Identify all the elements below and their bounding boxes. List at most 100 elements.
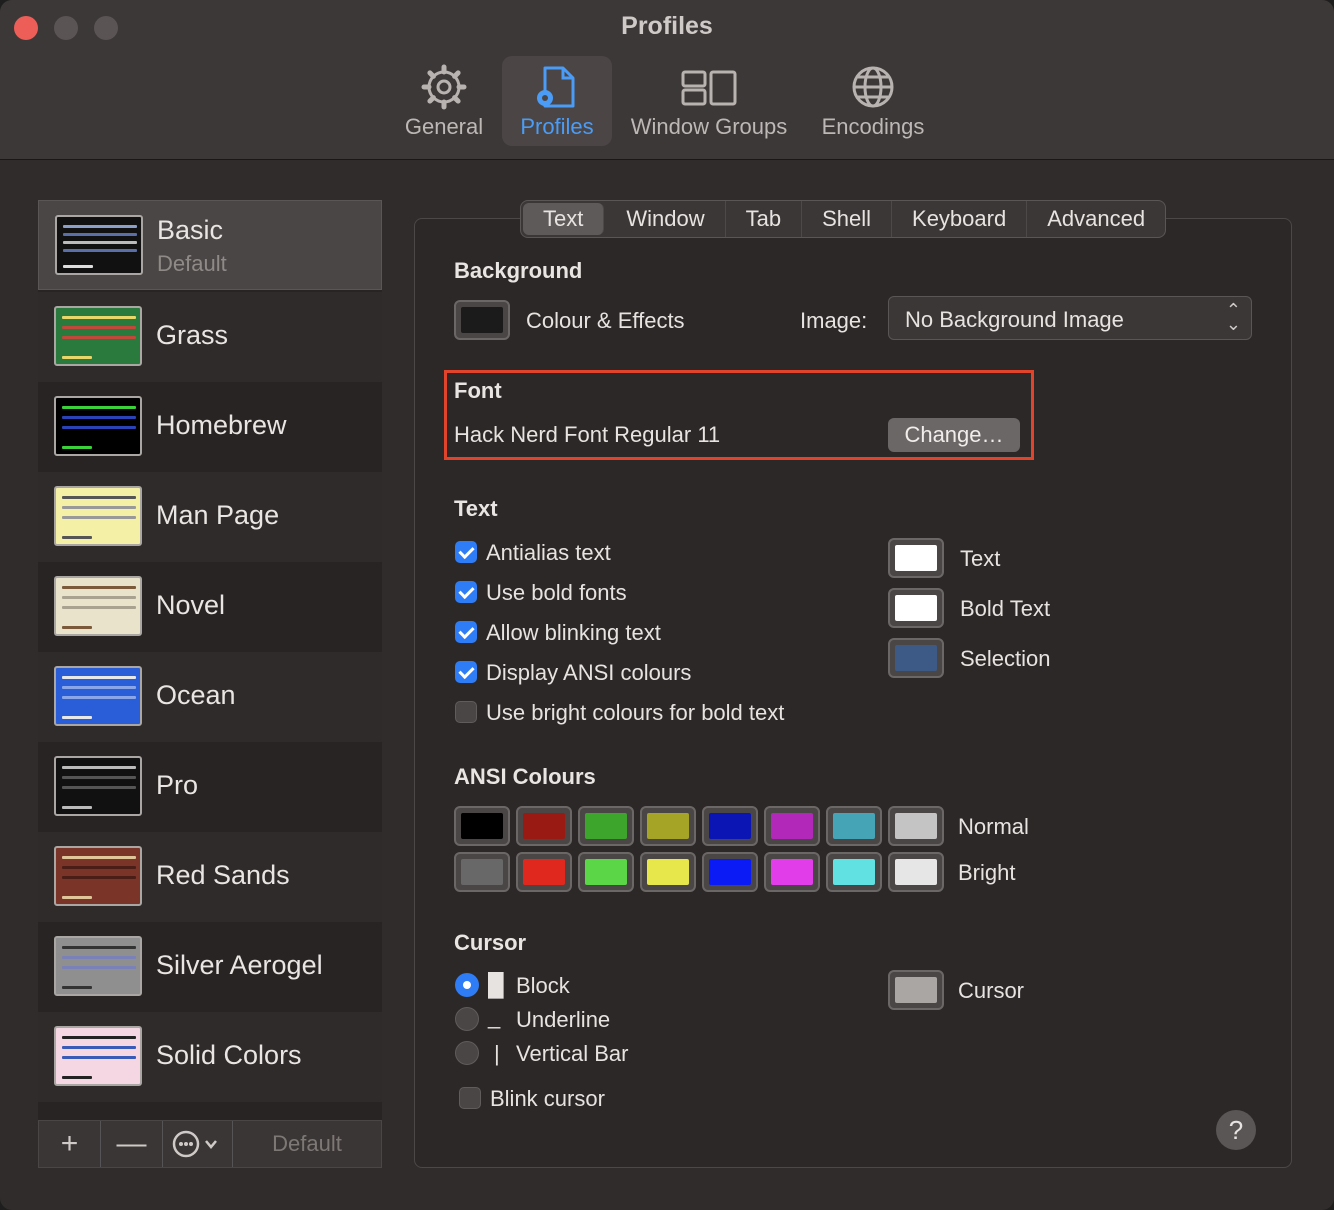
background-image-value: No Background Image (905, 307, 1124, 332)
profile-item-pro[interactable]: Pro (38, 742, 382, 832)
profile-name: Basic (157, 215, 224, 245)
text-colour-well[interactable] (888, 538, 944, 578)
ansi-normal-colour-well-6[interactable] (826, 806, 882, 846)
toolbar-window-groups[interactable]: Window Groups (620, 56, 798, 146)
selection-colour-well[interactable] (888, 638, 944, 678)
ansi-normal-colour-well-1[interactable] (516, 806, 572, 846)
ansi-normal-colour-well-3[interactable] (640, 806, 696, 846)
toolbar-general[interactable]: General (394, 56, 494, 146)
cursor-underline-radio[interactable] (455, 1007, 479, 1031)
background-heading: Background (454, 258, 583, 283)
add-profile-button[interactable]: + (39, 1121, 101, 1167)
ansi-normal-colour-well-2[interactable] (578, 806, 634, 846)
vertical-bar-glyph-icon: | (494, 1041, 500, 1066)
image-label: Image: (800, 308, 868, 333)
blinking-text-label: Allow blinking text (486, 620, 661, 645)
background-image-select[interactable]: No Background Image ⌃ ⌄ (888, 296, 1252, 340)
ansi-bright-colour-well-7[interactable] (888, 852, 944, 892)
toolbar-profiles[interactable]: Profiles (502, 56, 612, 146)
profiles-window: Profiles General Profiles Window Groups … (0, 0, 1334, 1210)
profile-item-homebrew[interactable]: Homebrew (38, 382, 382, 472)
more-actions-button[interactable] (163, 1121, 233, 1167)
profile-name: Novel (156, 590, 226, 620)
ansi-bright-colour-well-1[interactable] (516, 852, 572, 892)
antialias-checkbox[interactable] (455, 541, 477, 563)
bold-fonts-label: Use bold fonts (486, 580, 627, 605)
profile-item-red-sands[interactable]: Red Sands (38, 832, 382, 922)
ansi-normal-label: Normal (958, 814, 1029, 839)
cursor-block-radio[interactable] (455, 973, 479, 997)
ansi-colours-checkbox[interactable] (455, 661, 477, 683)
text-colour-label: Text (960, 546, 1001, 571)
toolbar-profiles-label: Profiles (520, 114, 594, 139)
updown-chevron-icon: ⌃ ⌄ (1225, 300, 1241, 334)
antialias-label: Antialias text (486, 540, 611, 565)
profile-item-novel[interactable]: Novel (38, 562, 382, 652)
toolbar-window-groups-label: Window Groups (630, 114, 788, 139)
tab-text[interactable]: Text (523, 203, 605, 235)
profile-thumbnail (54, 576, 142, 636)
profile-thumbnail (54, 756, 142, 816)
background-colour-well[interactable] (454, 300, 510, 340)
tab-shell[interactable]: Shell (802, 201, 893, 237)
profile-item-grass[interactable]: Grass (38, 292, 382, 382)
ansi-bright-colour-well-3[interactable] (640, 852, 696, 892)
tab-tab[interactable]: Tab (726, 201, 803, 237)
ansi-normal-colour-well-4[interactable] (702, 806, 758, 846)
profile-item-silver-aerogel[interactable]: Silver Aerogel (38, 922, 382, 1012)
cursor-block-label: Block (516, 973, 570, 998)
ansi-bright-colour-well-6[interactable] (826, 852, 882, 892)
block-glyph-icon: █ (488, 972, 504, 997)
ansi-normal-colour-well-5[interactable] (764, 806, 820, 846)
change-font-button[interactable]: Change… (888, 418, 1020, 452)
ansi-normal-colour-well-0[interactable] (454, 806, 510, 846)
profile-item-solid-colors[interactable]: Solid Colors (38, 1012, 382, 1102)
bold-text-colour-well[interactable] (888, 588, 944, 628)
cursor-colour-well[interactable] (888, 970, 944, 1010)
profile-name: Pro (156, 770, 199, 800)
profiles-icon (537, 66, 575, 108)
font-name: Hack Nerd Font Regular 11 (454, 422, 721, 447)
ansi-colours-label: Display ANSI colours (486, 660, 692, 685)
profile-item-man-page[interactable]: Man Page (38, 472, 382, 562)
tab-window[interactable]: Window (606, 201, 726, 237)
profile-item-ocean[interactable]: Ocean (38, 652, 382, 742)
tab-advanced[interactable]: Advanced (1027, 201, 1165, 237)
profile-thumbnail (54, 846, 142, 906)
profile-item-basic[interactable]: Basic Default (38, 200, 382, 290)
cursor-vertical-bar-label: Vertical Bar (516, 1041, 629, 1066)
profile-name: Ocean (156, 680, 236, 710)
globe-icon (852, 66, 894, 108)
tab-keyboard[interactable]: Keyboard (892, 201, 1028, 237)
selection-colour-label: Selection (960, 646, 1051, 671)
window-groups-icon (681, 70, 737, 106)
toolbar-general-label: General (404, 114, 484, 139)
cursor-heading: Cursor (454, 930, 527, 955)
colour-effects-label: Colour & Effects (526, 308, 685, 333)
help-button[interactable]: ? (1216, 1110, 1256, 1150)
profile-list: Basic Default Grass Homebrew Man Page No… (38, 200, 382, 1120)
cursor-vertical-bar-radio[interactable] (455, 1041, 479, 1065)
profile-name: Homebrew (156, 410, 287, 440)
remove-profile-button[interactable]: — (101, 1121, 163, 1167)
toolbar-encodings[interactable]: Encodings (812, 56, 934, 146)
blinking-text-checkbox[interactable] (455, 621, 477, 643)
profile-thumbnail (54, 306, 142, 366)
profile-name: Red Sands (156, 860, 290, 890)
profile-list-toolbar: + — Default (38, 1120, 382, 1168)
set-default-button[interactable]: Default (233, 1121, 381, 1167)
ansi-bright-colour-well-0[interactable] (454, 852, 510, 892)
bright-bold-checkbox[interactable] (455, 701, 477, 723)
ansi-bright-label: Bright (958, 860, 1016, 885)
ansi-bright-colour-well-4[interactable] (702, 852, 758, 892)
profile-name: Man Page (156, 500, 280, 530)
profile-name: Solid Colors (156, 1040, 302, 1070)
ansi-bright-colour-well-2[interactable] (578, 852, 634, 892)
gear-icon (421, 64, 467, 110)
profile-name: Grass (156, 320, 229, 350)
profile-thumbnail (55, 215, 143, 275)
ansi-bright-colour-well-5[interactable] (764, 852, 820, 892)
bold-fonts-checkbox[interactable] (455, 581, 477, 603)
ansi-normal-colour-well-7[interactable] (888, 806, 944, 846)
blink-cursor-checkbox[interactable] (459, 1087, 481, 1109)
